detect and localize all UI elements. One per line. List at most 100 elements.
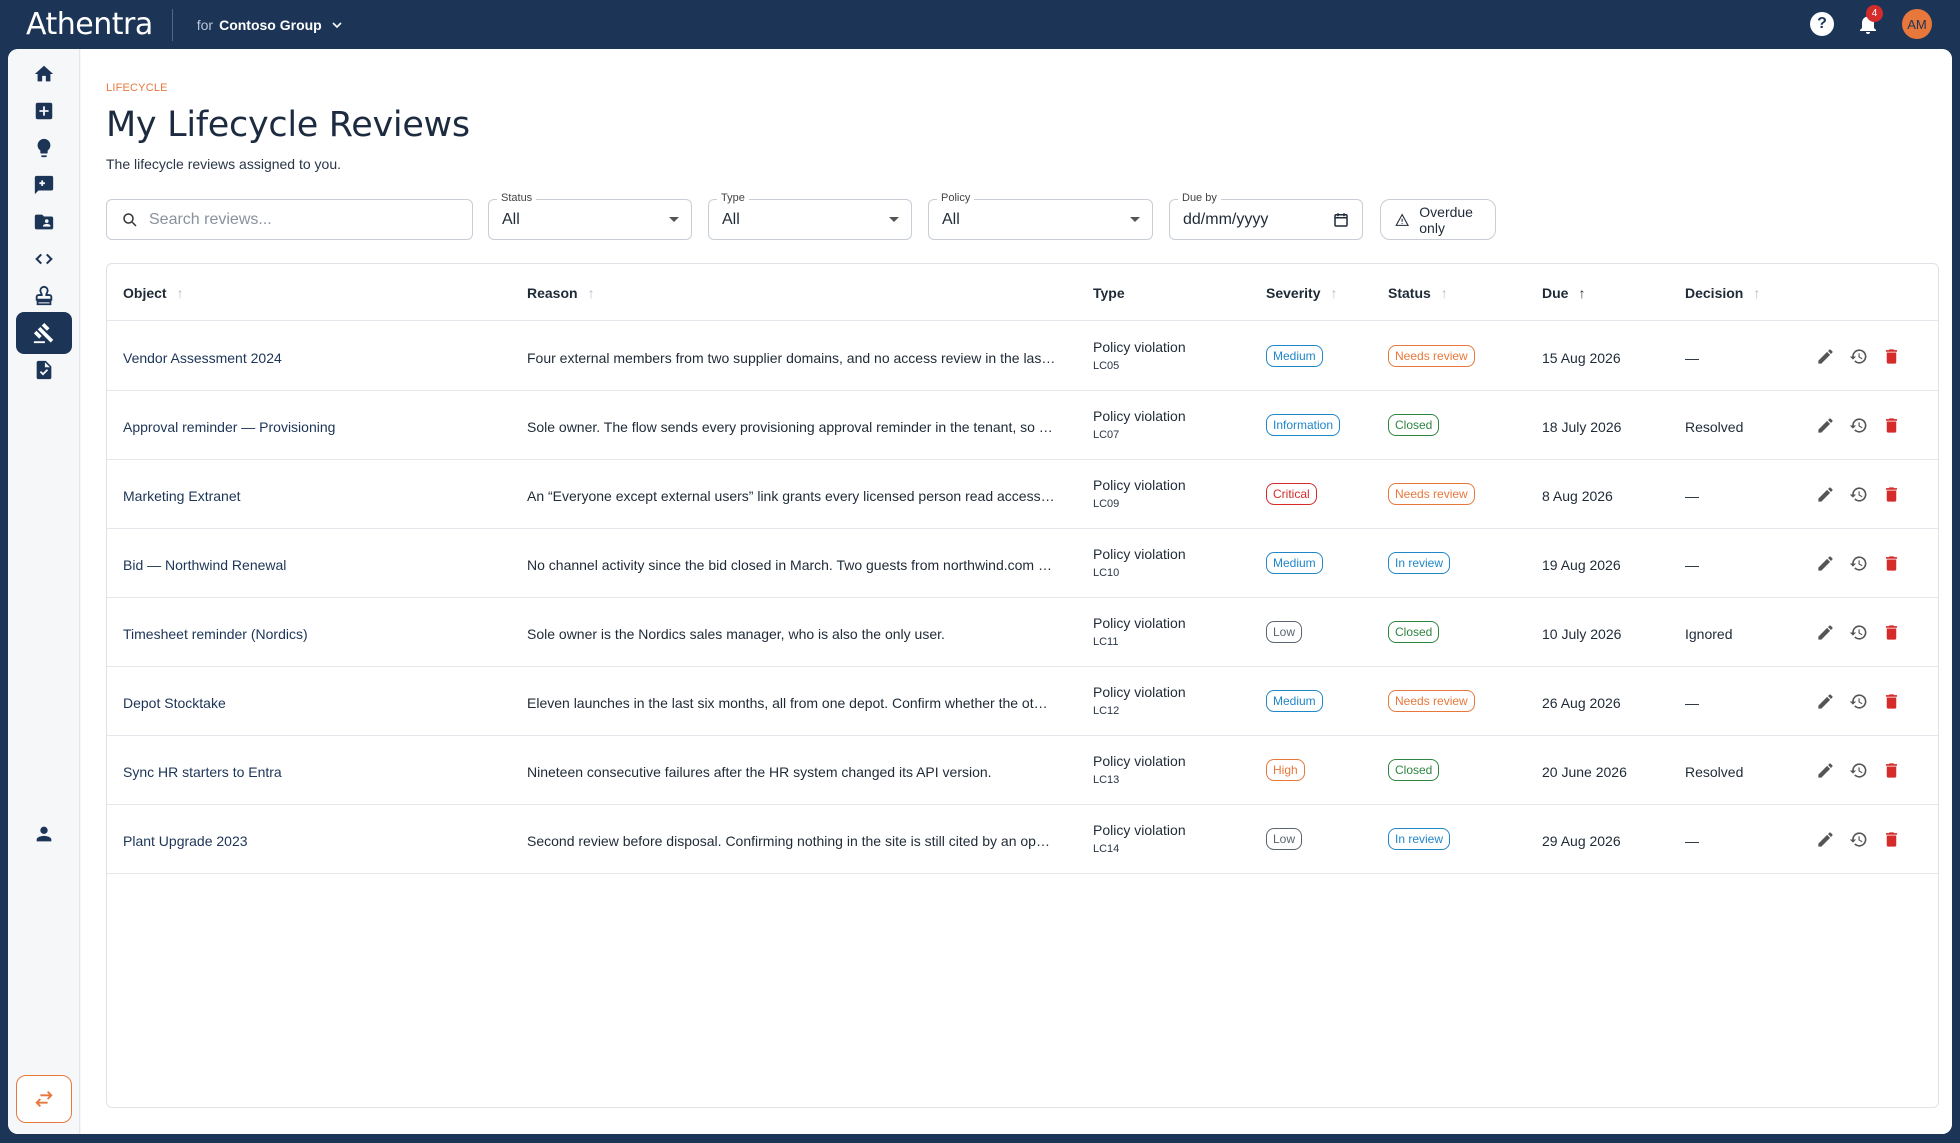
nav-lifecycle-reviews[interactable] — [16, 312, 72, 354]
object-cell[interactable]: Vendor Assessment 2024 — [123, 350, 282, 366]
app-shell: LIFECYCLE My Lifecycle Reviews The lifec… — [8, 49, 1952, 1134]
object-cell[interactable]: Sync HR starters to Entra — [123, 764, 282, 780]
delete-icon[interactable] — [1882, 554, 1901, 573]
home-icon — [34, 65, 54, 82]
sort-arrow-icon: ↑ — [1753, 285, 1761, 301]
nav-feedback[interactable] — [16, 164, 72, 206]
tenant-switcher[interactable]: for Contoso Group — [197, 17, 342, 33]
history-icon[interactable] — [1849, 692, 1868, 711]
type-label: Policy violation — [1093, 477, 1186, 493]
history-icon[interactable] — [1849, 830, 1868, 849]
severity-cell: Medium — [1266, 345, 1323, 367]
delete-icon[interactable] — [1882, 347, 1901, 366]
table-row[interactable]: Approval reminder — Provisioning Sole ow… — [107, 391, 1938, 460]
nav-tasks[interactable] — [16, 349, 72, 391]
object-cell[interactable]: Bid — Northwind Renewal — [123, 557, 286, 573]
table-row[interactable]: Timesheet reminder (Nordics) Sole owner … — [107, 598, 1938, 667]
reviews-table: Object ↑ Reason ↑ Type Severity ↑ Status ↑ D… — [106, 263, 1939, 1108]
column-status[interactable]: Status ↑ — [1388, 285, 1448, 301]
delete-icon[interactable] — [1882, 692, 1901, 711]
due-date-field[interactable]: Due by dd/mm/yyyy — [1169, 192, 1363, 240]
row-actions — [1816, 554, 1901, 573]
history-icon[interactable] — [1849, 347, 1868, 366]
due-cell: 26 Aug 2026 — [1542, 695, 1621, 711]
row-actions — [1816, 692, 1901, 711]
delete-icon[interactable] — [1882, 416, 1901, 435]
object-cell[interactable]: Timesheet reminder (Nordics) — [123, 626, 308, 642]
table-row[interactable]: Marketing Extranet An “Everyone except e… — [107, 460, 1938, 529]
edit-icon[interactable] — [1816, 692, 1835, 711]
search-icon — [123, 212, 137, 227]
type-cell: Policy violation LC12 — [1093, 684, 1186, 717]
switch-view-button[interactable] — [16, 1075, 72, 1123]
history-icon[interactable] — [1849, 761, 1868, 780]
breadcrumb[interactable]: LIFECYCLE — [106, 82, 168, 94]
severity-cell: Critical — [1266, 483, 1317, 505]
calendar-icon[interactable] — [1332, 211, 1350, 229]
object-cell[interactable]: Marketing Extranet — [123, 488, 241, 504]
policy-filter[interactable]: Policy All — [928, 192, 1153, 240]
history-icon[interactable] — [1849, 485, 1868, 504]
object-cell[interactable]: Depot Stocktake — [123, 695, 226, 711]
notifications-button[interactable]: 4 — [1856, 5, 1883, 36]
sort-arrow-icon: ↑ — [1440, 285, 1448, 301]
table-row[interactable]: Vendor Assessment 2024 Four external mem… — [107, 322, 1938, 391]
column-type[interactable]: Type — [1093, 285, 1125, 301]
table-row[interactable]: Bid — Northwind Renewal No channel activ… — [107, 529, 1938, 598]
status-cell: Needs review — [1388, 690, 1475, 712]
nav-ideas[interactable] — [16, 127, 72, 169]
avatar[interactable]: AM — [1902, 9, 1932, 39]
column-reason[interactable]: Reason ↑ — [527, 285, 595, 301]
search-box[interactable] — [106, 199, 473, 240]
type-filter[interactable]: Type All — [708, 192, 912, 240]
nav-home[interactable] — [16, 53, 72, 95]
tenant-name: Contoso Group — [219, 16, 322, 33]
nav-profile[interactable] — [16, 813, 72, 855]
nav-folders[interactable] — [16, 201, 72, 243]
delete-icon[interactable] — [1882, 830, 1901, 849]
nav-approvals[interactable] — [16, 275, 72, 317]
edit-icon[interactable] — [1816, 416, 1835, 435]
lightbulb-icon — [37, 138, 51, 158]
table-row[interactable]: Sync HR starters to Entra Nineteen conse… — [107, 736, 1938, 805]
overdue-only-toggle[interactable]: Overdue only — [1380, 199, 1496, 240]
edit-icon[interactable] — [1816, 623, 1835, 642]
search-input[interactable] — [149, 210, 449, 229]
edit-icon[interactable] — [1816, 554, 1835, 573]
object-cell[interactable]: Approval reminder — Provisioning — [123, 419, 335, 435]
edit-icon[interactable] — [1816, 761, 1835, 780]
policy-filter-label: Policy — [937, 192, 975, 204]
edit-icon[interactable] — [1816, 347, 1835, 366]
delete-icon[interactable] — [1882, 761, 1901, 780]
status-badge: In review — [1388, 828, 1451, 850]
severity-badge: Medium — [1266, 690, 1323, 712]
status-filter-value: All — [502, 211, 520, 228]
edit-icon[interactable] — [1816, 830, 1835, 849]
policy-code: LC13 — [1093, 774, 1120, 786]
nav-add[interactable] — [16, 90, 72, 132]
history-icon[interactable] — [1849, 623, 1868, 642]
edit-icon[interactable] — [1816, 485, 1835, 504]
reason-cell: No channel activity since the bid closed… — [527, 557, 1052, 573]
object-cell[interactable]: Plant Upgrade 2023 — [123, 833, 248, 849]
status-filter[interactable]: Status All — [488, 192, 692, 240]
history-icon[interactable] — [1849, 554, 1868, 573]
column-decision[interactable]: Decision ↑ — [1685, 285, 1760, 301]
table-row[interactable]: Depot Stocktake Eleven launches in the l… — [107, 667, 1938, 736]
delete-icon[interactable] — [1882, 485, 1901, 504]
history-icon[interactable] — [1849, 416, 1868, 435]
column-severity[interactable]: Severity ↑ — [1266, 285, 1337, 301]
policy-code: LC09 — [1093, 498, 1120, 510]
reason-cell: An “Everyone except external users” link… — [527, 488, 1057, 504]
nav-code[interactable] — [16, 238, 72, 280]
notification-badge: 4 — [1866, 5, 1883, 22]
table-row[interactable]: Plant Upgrade 2023 Second review before … — [107, 805, 1938, 874]
column-object[interactable]: Object ↑ — [123, 285, 184, 301]
help-icon[interactable]: ? — [1810, 12, 1834, 36]
column-due[interactable]: Due ↑ — [1542, 285, 1585, 301]
delete-icon[interactable] — [1882, 623, 1901, 642]
brand-divider — [171, 8, 173, 41]
brand-logo[interactable]: Athentra — [26, 7, 153, 42]
column-due-label: Due — [1542, 285, 1569, 301]
reason-cell: Sole owner. The flow sends every provisi… — [527, 419, 1053, 435]
